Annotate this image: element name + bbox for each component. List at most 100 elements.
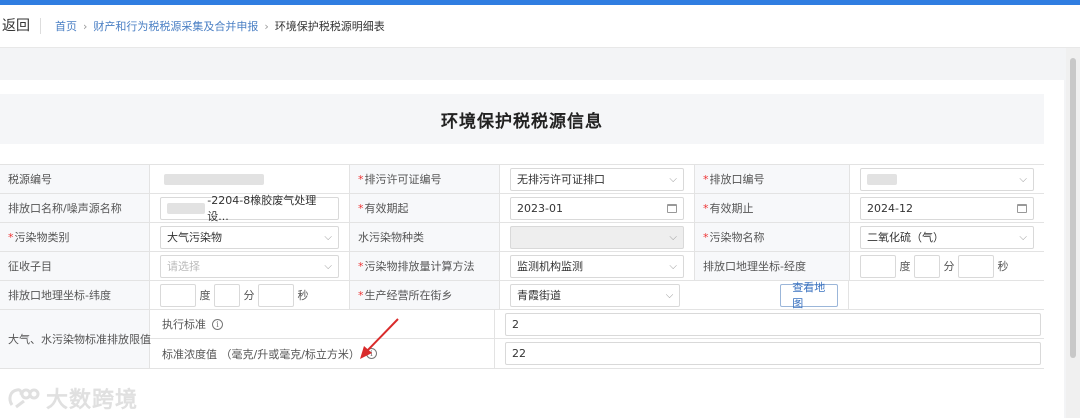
latitude-degree-input[interactable]	[160, 283, 196, 307]
valid-to-label: * 有效期止	[695, 194, 850, 222]
permit-no-cell: 无排污许可证排口 ⌵	[500, 165, 695, 193]
calc-method-select[interactable]: 监测机构监测 ⌵	[510, 254, 684, 278]
unit-label: 分	[943, 260, 955, 273]
calc-method-label: * 污染物排放量计算方法	[350, 252, 500, 280]
valid-from-date-picker[interactable]: 2023-01	[510, 196, 684, 220]
source-no-label: 税源编号	[0, 165, 150, 193]
tax-source-card: 环境保护税税源信息 税源编号 * 排污许可证编号 无排污许可证排口 ⌵ * 排放口编号…	[0, 80, 1064, 418]
pollutant-name-label: * 污染物名称	[695, 223, 850, 251]
tax-source-form: 税源编号 * 排污许可证编号 无排污许可证排口 ⌵ * 排放口编号 ⌵ 排放口名称/噪…	[0, 164, 1044, 369]
valid-from-cell: 2023-01	[500, 194, 695, 222]
outlet-name-input[interactable]: -2204-8橡胶废气处理设...	[160, 194, 339, 223]
latitude-minute-input[interactable]	[214, 283, 240, 307]
permit-no-label: * 排污许可证编号	[350, 165, 500, 193]
chevron-down-icon: ⌵	[1019, 173, 1027, 185]
limits-rows: 执行标准 i 2 标准浓度值 （毫克/升或毫克/标立方米） i 22	[150, 310, 1044, 368]
pollutant-category-label: * 污染物类别	[0, 223, 150, 251]
view-map-button[interactable]: 查看地图	[780, 281, 838, 310]
pollutant-category-cell: 大气污染物 ⌵	[150, 223, 350, 251]
standard-label: 执行标准 i	[150, 310, 495, 338]
info-icon[interactable]: i	[365, 348, 377, 359]
form-row: 排放口地理坐标-纬度 度 分 秒 * 生产经营所在街乡 青霞街道 ⌵ 查看地图	[0, 281, 1044, 310]
pollutant-category-select[interactable]: 大气污染物 ⌵	[160, 225, 339, 249]
chevron-down-icon: ⌵	[669, 260, 677, 272]
breadcrumb-separator: ›	[83, 19, 88, 33]
water-pollutant-type-cell: ⌵	[500, 223, 695, 251]
longitude-degree-input[interactable]	[860, 254, 896, 278]
valid-to-cell: 2024-12	[850, 194, 1044, 222]
form-row: 税源编号 * 排污许可证编号 无排污许可证排口 ⌵ * 排放口编号 ⌵	[0, 165, 1044, 194]
longitude-label: 排放口地理坐标-经度	[695, 252, 850, 280]
outlet-name-cell: -2204-8橡胶废气处理设...	[150, 194, 350, 223]
chevron-down-icon: ⌵	[324, 231, 332, 243]
pollutant-name-cell: 二氧化硫（气） ⌵	[850, 223, 1044, 251]
form-row: 排放口名称/噪声源名称 -2204-8橡胶废气处理设... * 有效期起 2023…	[0, 194, 1044, 223]
street-select[interactable]: 青霞街道 ⌵	[510, 283, 681, 307]
longitude-inputs: 度 分 秒	[860, 254, 1012, 278]
info-icon[interactable]: i	[212, 318, 223, 330]
calendar-icon	[1017, 203, 1027, 213]
breadcrumb-tax-collection[interactable]: 财产和行为税税源采集及合并申报	[93, 18, 258, 34]
levy-item-cell: 请选择 ⌵	[150, 252, 350, 280]
calendar-icon	[667, 203, 677, 213]
breadcrumb-current: 环境保护税税源明细表	[274, 20, 385, 33]
breadcrumb-separator: ›	[264, 19, 269, 33]
watermark-text: 大数跨境	[46, 388, 139, 413]
page-title: 环境保护税税源信息	[441, 111, 603, 132]
calc-method-cell: 监测机构监测 ⌵	[500, 252, 695, 280]
longitude-second-input[interactable]	[958, 254, 994, 278]
scrollbar-thumb[interactable]	[1070, 58, 1076, 358]
top-navigation-bar: 返回 首页 › 财产和行为税税源采集及合并申报 › 环境保护税税源明细表	[0, 5, 1080, 48]
chevron-down-icon: ⌵	[324, 260, 332, 272]
unit-label: 秒	[297, 289, 309, 302]
form-row: * 污染物类别 大气污染物 ⌵ 水污染物种类 ⌵ * 污染物名称 二氧化硫（气） ⌵	[0, 223, 1044, 252]
emission-limits-block: 大气、水污染物标准排放限值 执行标准 i 2 标准浓度值 （毫克/升或毫克/标立方…	[0, 310, 1044, 369]
unit-label: 秒	[997, 260, 1009, 273]
unit-label: 度	[199, 289, 211, 302]
redacted-text	[164, 173, 264, 185]
redacted-text	[867, 173, 897, 185]
limits-label: 大气、水污染物标准排放限值	[0, 310, 151, 368]
longitude-cell: 度 分 秒	[850, 252, 1044, 280]
latitude-cell: 度 分 秒	[150, 281, 350, 309]
unit-label: 度	[899, 260, 911, 273]
pollutant-name-select[interactable]: 二氧化硫（气） ⌵	[860, 225, 1034, 249]
valid-from-label: * 有效期起	[350, 194, 500, 222]
permit-no-select[interactable]: 无排污许可证排口 ⌵	[510, 167, 684, 191]
outlet-no-select[interactable]: ⌵	[860, 167, 1034, 191]
standard-input[interactable]: 2	[505, 312, 1041, 336]
longitude-minute-input[interactable]	[914, 254, 940, 278]
water-pollutant-type-label: 水污染物种类	[350, 223, 500, 251]
levy-item-select[interactable]: 请选择 ⌵	[160, 254, 339, 278]
water-pollutant-type-select: ⌵	[510, 225, 684, 249]
outlet-no-cell: ⌵	[850, 165, 1044, 193]
breadcrumb-home[interactable]: 首页	[55, 18, 77, 34]
street-cell: 青霞街道 ⌵ 查看地图	[500, 281, 849, 310]
breadcrumb: 首页 › 财产和行为税税源采集及合并申报 › 环境保护税税源明细表	[55, 18, 385, 34]
street-label: * 生产经营所在街乡	[350, 281, 500, 309]
form-row: 征收子目 请选择 ⌵ * 污染物排放量计算方法 监测机构监测 ⌵ 排放口地理坐标-经度…	[0, 252, 1044, 281]
latitude-inputs: 度 分 秒	[160, 283, 312, 307]
redacted-text	[167, 202, 206, 214]
concentration-row: 标准浓度值 （毫克/升或毫克/标立方米） i 22	[150, 339, 1044, 368]
back-button[interactable]: 返回	[2, 18, 41, 34]
outlet-no-label: * 排放口编号	[695, 165, 850, 193]
outlet-name-label: 排放口名称/噪声源名称	[0, 194, 150, 222]
chevron-down-icon: ⌵	[1019, 231, 1027, 243]
chevron-down-icon: ⌵	[669, 173, 677, 185]
valid-to-date-picker[interactable]: 2024-12	[860, 196, 1034, 220]
concentration-input[interactable]: 22	[505, 342, 1041, 365]
latitude-label: 排放口地理坐标-纬度	[0, 281, 150, 309]
source-no-value	[150, 165, 350, 193]
page-scrollbar[interactable]	[1066, 48, 1080, 418]
concentration-label: 标准浓度值 （毫克/升或毫克/标立方米） i	[150, 339, 495, 368]
chevron-down-icon: ⌵	[665, 289, 674, 301]
unit-label: 分	[243, 289, 255, 302]
standard-row: 执行标准 i 2	[150, 310, 1044, 339]
levy-item-label: 征收子目	[0, 252, 150, 280]
latitude-second-input[interactable]	[258, 283, 294, 307]
concentration-cell: 22	[495, 339, 1044, 368]
title-bar: 环境保护税税源信息	[0, 94, 1044, 144]
chevron-down-icon: ⌵	[669, 231, 677, 243]
watermark-logo-icon	[8, 388, 40, 409]
